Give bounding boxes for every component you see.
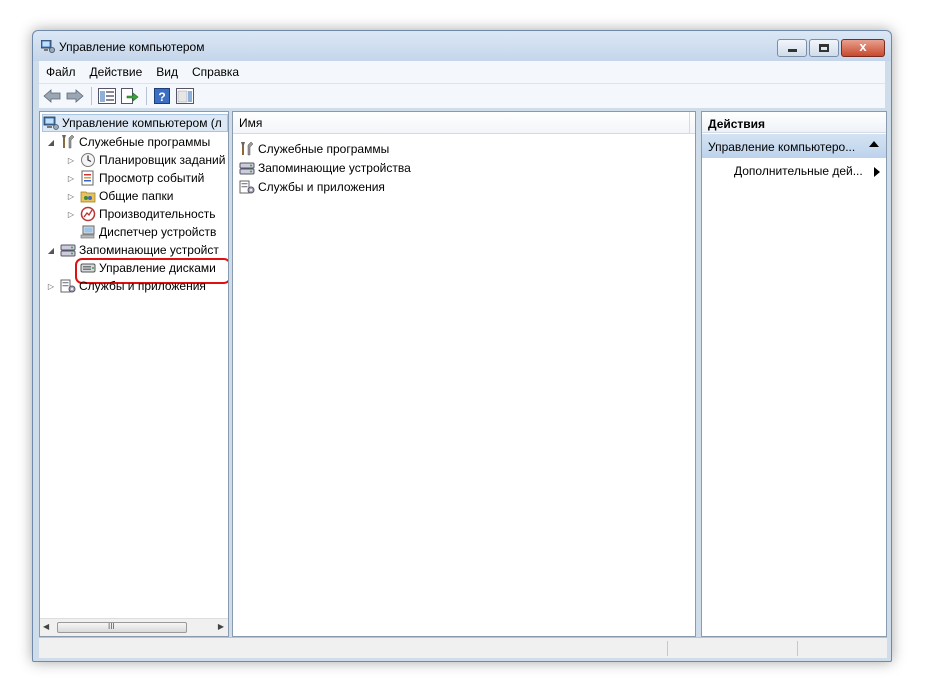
status-bar [39,637,887,658]
computer-management-window: Управление компьютером x Файл Действие В… [32,30,892,662]
actions-header: Действия [702,112,886,133]
clock-icon [81,153,95,167]
menu-bar: Файл Действие Вид Справка [39,61,885,83]
event-viewer-icon [81,170,94,186]
tree-item-task-scheduler[interactable]: ▷ Планировщик заданий [66,151,225,169]
expand-arrow-icon[interactable]: ▷ [46,282,56,291]
list-item-label: Службы и приложения [258,180,385,194]
column-name-label: Имя [239,116,263,130]
services-icon [239,180,255,194]
menu-action[interactable]: Действие [83,65,150,79]
scroll-left-icon[interactable]: ◀ [43,622,49,631]
collapse-arrow-icon[interactable]: ◢ [46,246,56,255]
console-tree: Управление компьютером (л ◢ Служебные пр… [39,111,229,637]
tree-label: Производительность [99,207,216,221]
toolbar: ? [39,83,885,108]
tree-label: Диспетчер устройств [99,225,217,239]
tree-label: Общие папки [99,189,174,203]
menu-help[interactable]: Справка [185,65,246,79]
close-button[interactable]: x [841,39,885,57]
collapse-caret-icon[interactable] [869,141,879,147]
menu-view[interactable]: Вид [149,65,185,79]
action-pane-button[interactable] [174,86,196,107]
tools-icon [241,141,254,156]
title-bar[interactable]: Управление компьютером x [33,31,891,61]
device-manager-icon [80,225,95,239]
list-item-system-tools[interactable]: Служебные программы [239,140,389,158]
expand-arrow-icon[interactable]: ▷ [66,210,76,219]
help-button[interactable]: ? [151,86,173,107]
forward-button[interactable] [64,86,86,107]
back-icon [43,89,61,103]
tree-item-root[interactable]: Управление компьютером (л [42,114,228,132]
export-list-button[interactable] [119,86,141,107]
actions-pane: Действия Управление компьютеро... Дополн… [701,111,887,637]
back-button[interactable] [41,86,63,107]
horizontal-scrollbar[interactable]: ◀ III ▶ [40,618,228,636]
menu-file[interactable]: Файл [39,65,83,79]
maximize-icon [819,44,829,52]
forward-icon [66,89,84,103]
tree-label: Службы и приложения [79,279,206,293]
results-pane: Имя Служебные программы Запоминающие уст… [232,111,696,637]
expand-arrow-icon[interactable]: ▷ [66,192,76,201]
column-header[interactable]: Имя [233,112,695,134]
show-hide-tree-icon [98,88,116,104]
shared-folder-icon [80,191,96,203]
services-icon [60,279,76,293]
scrollbar-thumb[interactable]: III [57,622,187,633]
storage-icon [239,162,255,175]
scroll-right-icon[interactable]: ▶ [218,622,224,631]
tree-label: Служебные программы [79,135,211,149]
content-area: Управление компьютером (л ◢ Служебные пр… [39,111,887,637]
status-divider [667,641,668,656]
tree-label: Запоминающие устройст [79,243,219,257]
tree-item-shared-folders[interactable]: ▷ Общие папки [66,187,174,205]
toolbar-separator [146,87,147,105]
tools-icon [62,134,75,149]
tree-label: Просмотр событий [99,171,205,185]
actions-group-label: Управление компьютеро... [708,140,856,154]
close-icon: x [859,39,867,54]
performance-icon [80,206,96,222]
tree-root-label: Управление компьютером (л [62,116,222,130]
expand-arrow-icon[interactable]: ▷ [66,156,76,165]
tree-item-services-apps[interactable]: ▷ Службы и приложения [46,277,206,295]
computer-management-icon [41,40,55,53]
expand-arrow-icon[interactable]: ▷ [66,174,76,183]
tree-item-performance[interactable]: ▷ Производительность [66,205,215,223]
maximize-button[interactable] [809,39,839,57]
status-divider [797,641,798,656]
tree-item-device-manager[interactable]: Диспетчер устройств [80,223,216,241]
actions-group-computer-management[interactable]: Управление компьютеро... [702,134,886,158]
list-item-services-apps[interactable]: Службы и приложения [239,178,385,196]
minimize-button[interactable] [777,39,807,57]
show-hide-tree-button[interactable] [96,86,118,107]
window-title: Управление компьютером [59,40,205,54]
list-item-label: Служебные программы [258,142,390,156]
help-icon: ? [154,88,170,104]
computer-management-icon [43,116,59,130]
submenu-arrow-icon[interactable] [874,167,880,177]
tree-item-event-viewer[interactable]: ▷ Просмотр событий [66,169,204,187]
more-actions-item[interactable]: Дополнительные дей... [734,164,863,178]
collapse-arrow-icon[interactable]: ◢ [46,138,56,147]
minimize-icon [788,49,797,52]
tree-item-storage[interactable]: ◢ Запоминающие устройст [46,241,219,259]
list-item-storage[interactable]: Запоминающие устройства [239,159,411,177]
window-controls: x [775,39,885,58]
export-list-icon [121,88,139,104]
scroll-grip: III [108,622,115,631]
column-divider[interactable] [689,112,690,133]
toolbar-separator [91,87,92,105]
tree-label: Планировщик заданий [99,153,226,167]
svg-text:?: ? [158,90,165,104]
tree-item-system-tools[interactable]: ◢ Служебные программы [46,133,210,151]
list-item-label: Запоминающие устройства [258,161,411,175]
action-pane-icon [176,88,194,104]
storage-icon [60,244,76,257]
